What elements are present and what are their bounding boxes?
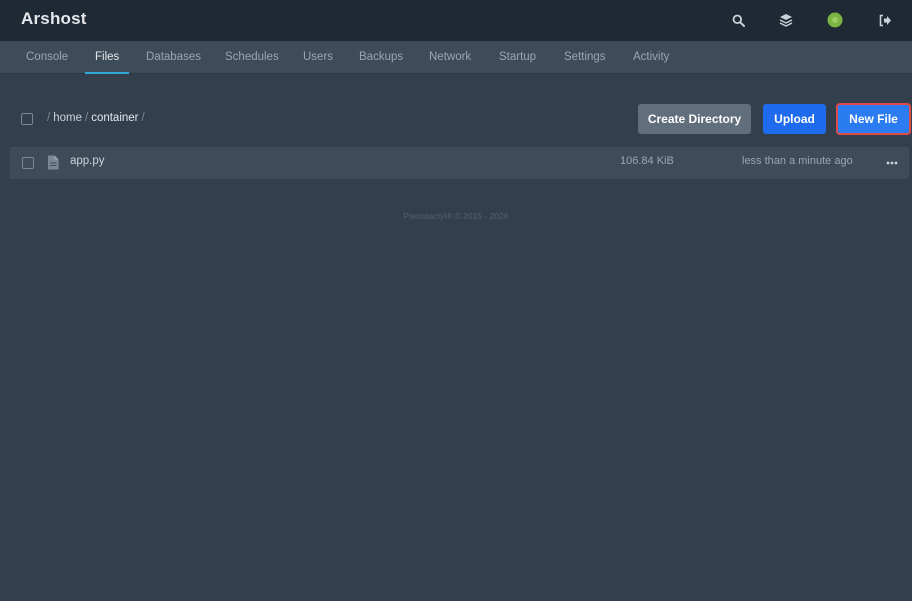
layers-icon[interactable] (777, 11, 795, 29)
upload-button[interactable]: Upload (763, 104, 826, 134)
avatar[interactable] (826, 11, 844, 29)
create-directory-button[interactable]: Create Directory (638, 104, 751, 134)
file-row[interactable]: app.py 106.84 KiB less than a minute ago (10, 147, 909, 179)
breadcrumb-separator: / (47, 112, 51, 124)
tab-databases[interactable]: Databases (146, 41, 201, 74)
search-icon[interactable] (729, 11, 747, 29)
select-all-checkbox[interactable] (21, 113, 33, 125)
breadcrumb-separator: / (141, 112, 145, 124)
tab-users[interactable]: Users (303, 41, 333, 74)
logout-icon[interactable] (876, 11, 894, 29)
brand-title[interactable]: Arshost (21, 9, 87, 29)
top-bar: Arshost (0, 0, 912, 41)
breadcrumb-home[interactable]: home (53, 112, 82, 124)
tab-backups[interactable]: Backups (359, 41, 403, 74)
footer-copyright: Pterodactyl® © 2015 - 2026 (403, 211, 509, 221)
tab-activity[interactable]: Activity (633, 41, 669, 74)
more-options-icon[interactable] (885, 155, 899, 171)
tab-schedules[interactable]: Schedules (225, 41, 279, 74)
tab-network[interactable]: Network (429, 41, 471, 74)
server-nav: Console Files Databases Schedules Users … (0, 41, 912, 74)
new-file-button[interactable]: New File (836, 103, 911, 135)
tab-console[interactable]: Console (26, 41, 68, 74)
file-name[interactable]: app.py (70, 155, 105, 167)
file-icon (47, 155, 59, 170)
file-size: 106.84 KiB (620, 155, 674, 167)
tab-settings[interactable]: Settings (564, 41, 606, 74)
breadcrumb-container[interactable]: container (91, 112, 138, 124)
breadcrumb-separator: / (84, 112, 89, 124)
breadcrumb: / home / container / (44, 112, 148, 124)
tab-files[interactable]: Files (84, 41, 130, 74)
tab-startup[interactable]: Startup (499, 41, 536, 74)
file-checkbox[interactable] (22, 157, 34, 169)
file-modified: less than a minute ago (742, 155, 853, 167)
